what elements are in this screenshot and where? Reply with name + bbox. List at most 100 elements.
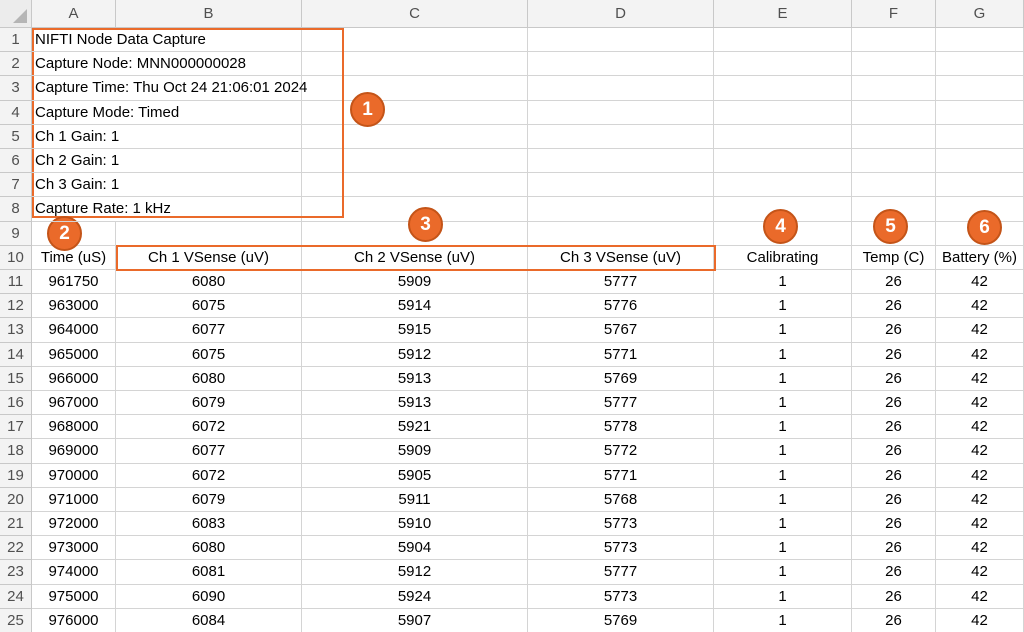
data-cell[interactable]: 6077 [116,318,302,343]
data-cell[interactable]: 42 [936,415,1024,440]
cell[interactable] [302,100,528,125]
data-cell[interactable]: 26 [852,463,936,488]
data-cell[interactable]: 26 [852,560,936,585]
column-title-cell[interactable]: Ch 3 VSense (uV) [528,245,714,270]
data-cell[interactable]: 26 [852,608,936,632]
data-cell[interactable]: 6080 [116,270,302,295]
data-cell[interactable]: 26 [852,487,936,512]
data-cell[interactable]: 5915 [302,318,528,343]
data-cell[interactable]: 42 [936,608,1024,632]
cell[interactable] [714,149,852,174]
data-cell[interactable]: 6084 [116,608,302,632]
data-cell[interactable]: 6081 [116,560,302,585]
cell[interactable] [936,173,1024,198]
data-cell[interactable]: 42 [936,512,1024,537]
data-cell[interactable]: 975000 [32,584,116,609]
data-cell[interactable]: 6077 [116,439,302,464]
data-cell[interactable]: 42 [936,342,1024,367]
row-header-1[interactable]: 1 [0,28,32,53]
data-cell[interactable]: 42 [936,536,1024,561]
column-title-cell[interactable]: Ch 1 VSense (uV) [116,245,302,270]
cell[interactable] [852,52,936,77]
data-cell[interactable]: 5912 [302,560,528,585]
row-header-7[interactable]: 7 [0,173,32,198]
column-title-cell[interactable]: Time (uS) [32,245,116,270]
cell[interactable] [936,124,1024,149]
data-cell[interactable]: 5777 [528,391,714,416]
cell[interactable] [852,149,936,174]
data-cell[interactable]: 6090 [116,584,302,609]
column-header-f[interactable]: F [852,0,936,28]
row-header-2[interactable]: 2 [0,52,32,77]
row-header-15[interactable]: 15 [0,366,32,391]
data-cell[interactable]: 963000 [32,294,116,319]
row-header-16[interactable]: 16 [0,391,32,416]
data-cell[interactable]: 26 [852,512,936,537]
data-cell[interactable]: 5909 [302,439,528,464]
cell[interactable] [528,76,714,101]
data-cell[interactable]: 1 [714,439,852,464]
row-header-4[interactable]: 4 [0,100,32,125]
cell[interactable] [936,149,1024,174]
cell[interactable] [852,76,936,101]
data-cell[interactable]: 5778 [528,415,714,440]
data-cell[interactable]: 6083 [116,512,302,537]
data-cell[interactable]: 5910 [302,512,528,537]
metadata-cell[interactable]: Capture Time: Thu Oct 24 21:06:01 2024 [32,76,307,101]
data-cell[interactable]: 26 [852,584,936,609]
cell[interactable] [302,173,528,198]
column-header-g[interactable]: G [936,0,1024,28]
data-cell[interactable]: 6080 [116,366,302,391]
cell[interactable] [852,173,936,198]
cell[interactable] [528,100,714,125]
data-cell[interactable]: 974000 [32,560,116,585]
row-header-18[interactable]: 18 [0,439,32,464]
data-cell[interactable]: 1 [714,536,852,561]
data-cell[interactable]: 973000 [32,536,116,561]
row-header-12[interactable]: 12 [0,294,32,319]
data-cell[interactable]: 5773 [528,584,714,609]
row-header-13[interactable]: 13 [0,318,32,343]
data-cell[interactable]: 5913 [302,391,528,416]
cell[interactable] [852,28,936,53]
row-header-9[interactable]: 9 [0,221,32,246]
data-cell[interactable]: 42 [936,391,1024,416]
column-header-e[interactable]: E [714,0,852,28]
cell[interactable] [936,100,1024,125]
data-cell[interactable]: 5911 [302,487,528,512]
data-cell[interactable]: 5769 [528,366,714,391]
column-title-cell[interactable]: Calibrating [714,245,852,270]
cell[interactable] [302,28,528,53]
data-cell[interactable]: 26 [852,536,936,561]
metadata-cell[interactable]: Capture Node: MNN000000028 [32,52,302,77]
cell[interactable] [302,76,528,101]
data-cell[interactable]: 1 [714,487,852,512]
data-cell[interactable]: 5772 [528,439,714,464]
data-cell[interactable]: 42 [936,294,1024,319]
metadata-cell[interactable]: Capture Rate: 1 kHz [32,197,302,222]
data-cell[interactable]: 1 [714,608,852,632]
column-title-cell[interactable]: Ch 2 VSense (uV) [302,245,528,270]
data-cell[interactable]: 5777 [528,270,714,295]
data-cell[interactable]: 5913 [302,366,528,391]
cell[interactable] [714,173,852,198]
column-header-b[interactable]: B [116,0,302,28]
cell[interactable] [528,221,714,246]
data-cell[interactable]: 965000 [32,342,116,367]
data-cell[interactable]: 1 [714,294,852,319]
cell[interactable] [528,52,714,77]
column-title-cell[interactable]: Temp (C) [852,245,936,270]
data-cell[interactable]: 1 [714,318,852,343]
data-cell[interactable]: 5769 [528,608,714,632]
data-cell[interactable]: 26 [852,439,936,464]
data-cell[interactable]: 42 [936,439,1024,464]
row-header-11[interactable]: 11 [0,270,32,295]
cell[interactable] [116,221,302,246]
data-cell[interactable]: 5768 [528,487,714,512]
row-header-21[interactable]: 21 [0,512,32,537]
metadata-cell[interactable]: Capture Mode: Timed [32,101,302,125]
data-cell[interactable]: 6079 [116,487,302,512]
data-cell[interactable]: 26 [852,270,936,295]
data-cell[interactable]: 6075 [116,342,302,367]
data-cell[interactable]: 6072 [116,415,302,440]
